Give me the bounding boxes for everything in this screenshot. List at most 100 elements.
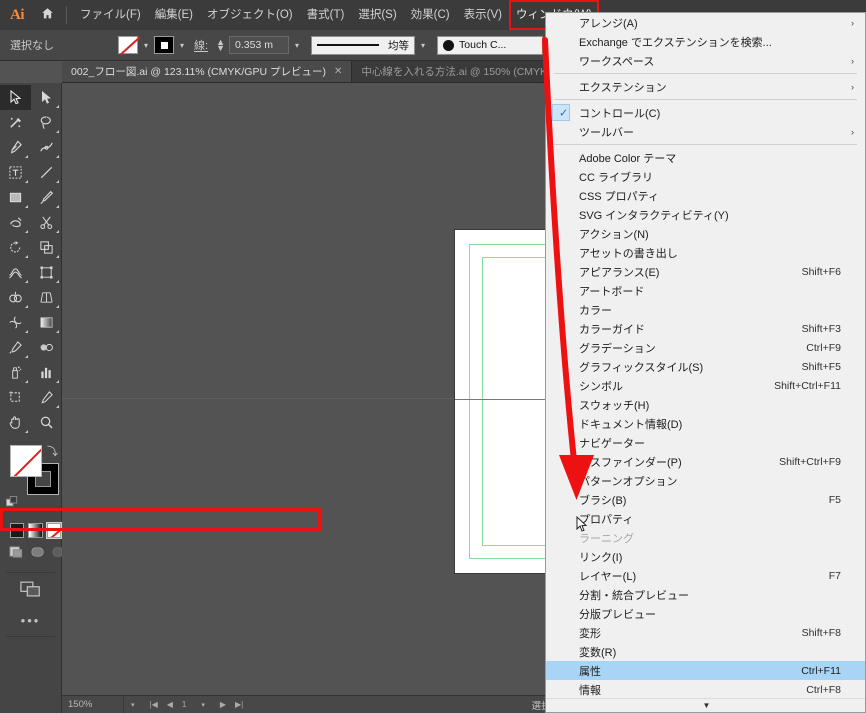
fill-dropdown-chevron-down-icon[interactable]: ▾: [138, 41, 154, 50]
last-page-icon[interactable]: ▶|: [235, 700, 243, 709]
menu-option-2-0[interactable]: ✓ コントロール(C): [546, 103, 865, 122]
menu-option-3-11[interactable]: グラフィックスタイル(S) Shift+F5: [546, 357, 865, 376]
gradient-swatch-button[interactable]: [28, 523, 43, 538]
selection-tool[interactable]: [0, 85, 31, 110]
direct-selection-tool[interactable]: [31, 85, 62, 110]
menu-option-3-13[interactable]: スウォッチ(H): [546, 395, 865, 414]
menu-option-0-1[interactable]: Exchange でエクステンションを検索...: [546, 32, 865, 51]
artboard-chevron-down-icon[interactable]: ▾: [194, 701, 212, 709]
lasso-tool[interactable]: [31, 110, 62, 135]
stroke-profile-chevron-down-icon[interactable]: ▾: [415, 41, 431, 50]
menu-option-3-3[interactable]: SVG インタラクティビティ(Y): [546, 205, 865, 224]
none-swatch-button[interactable]: [45, 522, 63, 539]
symbol-sprayer-tool[interactable]: [0, 360, 31, 385]
menu-option-3-0[interactable]: Adobe Color テーマ: [546, 148, 865, 167]
menu-option-3-23[interactable]: 分割・統合プレビュー: [546, 585, 865, 604]
rectangle-tool[interactable]: [0, 185, 31, 210]
stroke-profile-select[interactable]: 均等: [311, 35, 416, 55]
menu-option-3-5[interactable]: アセットの書き出し: [546, 243, 865, 262]
menu-option-3-1[interactable]: CC ライブラリ: [546, 167, 865, 186]
menu-option-3-16[interactable]: パスファインダー(P) Shift+Ctrl+F9: [546, 452, 865, 471]
toolbar-fill-swatch-none-icon[interactable]: [10, 445, 42, 477]
menu-option-3-28[interactable]: 情報 Ctrl+F8: [546, 680, 865, 699]
magic-wand-tool[interactable]: [0, 110, 31, 135]
color-swatch-button[interactable]: [10, 523, 25, 538]
menu-option-3-17[interactable]: パターンオプション: [546, 471, 865, 490]
default-fill-stroke-icon[interactable]: [6, 496, 19, 509]
menu-item-effect[interactable]: 効果(C): [404, 0, 457, 30]
brush-definition-select[interactable]: Touch C...: [437, 35, 544, 55]
menu-option-0-0[interactable]: アレンジ(A) ›: [546, 13, 865, 32]
menu-option-3-6[interactable]: アピアランス(E) Shift+F6: [546, 262, 865, 281]
shape-builder-tool[interactable]: [0, 285, 31, 310]
artboard-tool[interactable]: [0, 385, 31, 410]
swap-fill-stroke-icon[interactable]: ⤵: [47, 443, 58, 459]
menu-option-3-15[interactable]: ナビゲーター: [546, 433, 865, 452]
blend-tool[interactable]: [31, 335, 62, 360]
shaper-tool[interactable]: [0, 210, 31, 235]
menu-option-2-1[interactable]: ツールバー ›: [546, 122, 865, 141]
zoom-level-input[interactable]: 150%: [62, 695, 124, 713]
paintbrush-tool[interactable]: [31, 185, 62, 210]
menu-item-type[interactable]: 書式(T): [300, 0, 352, 30]
menu-option-3-27[interactable]: 属性 Ctrl+F11: [546, 661, 865, 680]
menu-option-0-2[interactable]: ワークスペース ›: [546, 51, 865, 70]
prev-page-icon[interactable]: ◀: [167, 700, 173, 709]
menu-option-3-19[interactable]: プロパティ: [546, 509, 865, 528]
stroke-swatch-icon[interactable]: [154, 36, 175, 54]
perspective-grid-tool[interactable]: [31, 285, 62, 310]
pen-tool[interactable]: [0, 135, 31, 160]
stroke-dropdown-chevron-down-icon[interactable]: ▾: [174, 41, 190, 50]
fill-swatch-none-icon[interactable]: [118, 36, 138, 54]
mesh-tool[interactable]: [0, 310, 31, 335]
hand-tool[interactable]: [0, 410, 31, 435]
menu-option-3-4[interactable]: アクション(N): [546, 224, 865, 243]
width-tool[interactable]: [0, 260, 31, 285]
menu-option-3-10[interactable]: グラデーション Ctrl+F9: [546, 338, 865, 357]
menu-option-3-9[interactable]: カラーガイド Shift+F3: [546, 319, 865, 338]
scissors-tool[interactable]: [31, 210, 62, 235]
curvature-tool[interactable]: [31, 135, 62, 160]
arrange-documents-icon[interactable]: [19, 581, 42, 603]
chevron-down-icon[interactable]: ▼: [546, 698, 865, 712]
next-page-icon[interactable]: ▶: [220, 700, 226, 709]
free-transform-tool[interactable]: [31, 260, 62, 285]
menu-option-3-12[interactable]: シンボル Shift+Ctrl+F11: [546, 376, 865, 395]
menu-option-3-2[interactable]: CSS プロパティ: [546, 186, 865, 205]
menu-option-3-25[interactable]: 変形 Shift+F8: [546, 623, 865, 642]
close-icon[interactable]: ✕: [334, 66, 342, 77]
first-page-icon[interactable]: |◀: [150, 700, 158, 709]
column-graph-tool[interactable]: [31, 360, 62, 385]
stroke-weight-stepper-icon[interactable]: ▲ ▼: [216, 38, 225, 53]
stroke-weight-input[interactable]: 0.353 m: [229, 36, 290, 54]
eyedropper-tool[interactable]: [0, 335, 31, 360]
menu-item-select[interactable]: 選択(S): [351, 0, 403, 30]
menu-option-1-0[interactable]: エクステンション ›: [546, 77, 865, 96]
home-icon[interactable]: [34, 7, 60, 23]
zoom-tool[interactable]: [31, 410, 62, 435]
type-tool[interactable]: [0, 160, 31, 185]
menu-option-3-22[interactable]: レイヤー(L) F7: [546, 566, 865, 585]
menu-item-file[interactable]: ファイル(F): [73, 0, 148, 30]
artboard-number-input[interactable]: 1: [182, 700, 186, 709]
scale-tool[interactable]: [31, 235, 62, 260]
slice-tool[interactable]: [31, 385, 62, 410]
zoom-chevron-down-icon[interactable]: ▾: [124, 701, 142, 709]
menu-item-edit[interactable]: 編集(E): [148, 0, 200, 30]
menu-option-3-21[interactable]: リンク(I): [546, 547, 865, 566]
menu-option-3-14[interactable]: ドキュメント情報(D): [546, 414, 865, 433]
menu-option-3-24[interactable]: 分版プレビュー: [546, 604, 865, 623]
menu-option-3-18[interactable]: ブラシ(B) F5: [546, 490, 865, 509]
more-tools-icon[interactable]: •••: [21, 613, 41, 628]
menu-item-view[interactable]: 表示(V): [457, 0, 509, 30]
document-tab-1[interactable]: 002_フロー図.ai @ 123.11% (CMYK/GPU プレビュー) ✕: [62, 61, 353, 82]
stroke-weight-chevron-down-icon[interactable]: ▾: [289, 41, 305, 50]
gradient-tool[interactable]: [31, 310, 62, 335]
menu-option-3-7[interactable]: アートボード: [546, 281, 865, 300]
line-segment-tool[interactable]: [31, 160, 62, 185]
rotate-tool[interactable]: [0, 235, 31, 260]
window-menu-dropdown[interactable]: アレンジ(A) › Exchange でエクステンションを検索... ワークスペース ›…: [545, 12, 866, 713]
normal-screen-mode-icon[interactable]: [9, 545, 24, 564]
menu-item-object[interactable]: オブジェクト(O): [200, 0, 300, 30]
menu-option-3-26[interactable]: 変数(R): [546, 642, 865, 661]
